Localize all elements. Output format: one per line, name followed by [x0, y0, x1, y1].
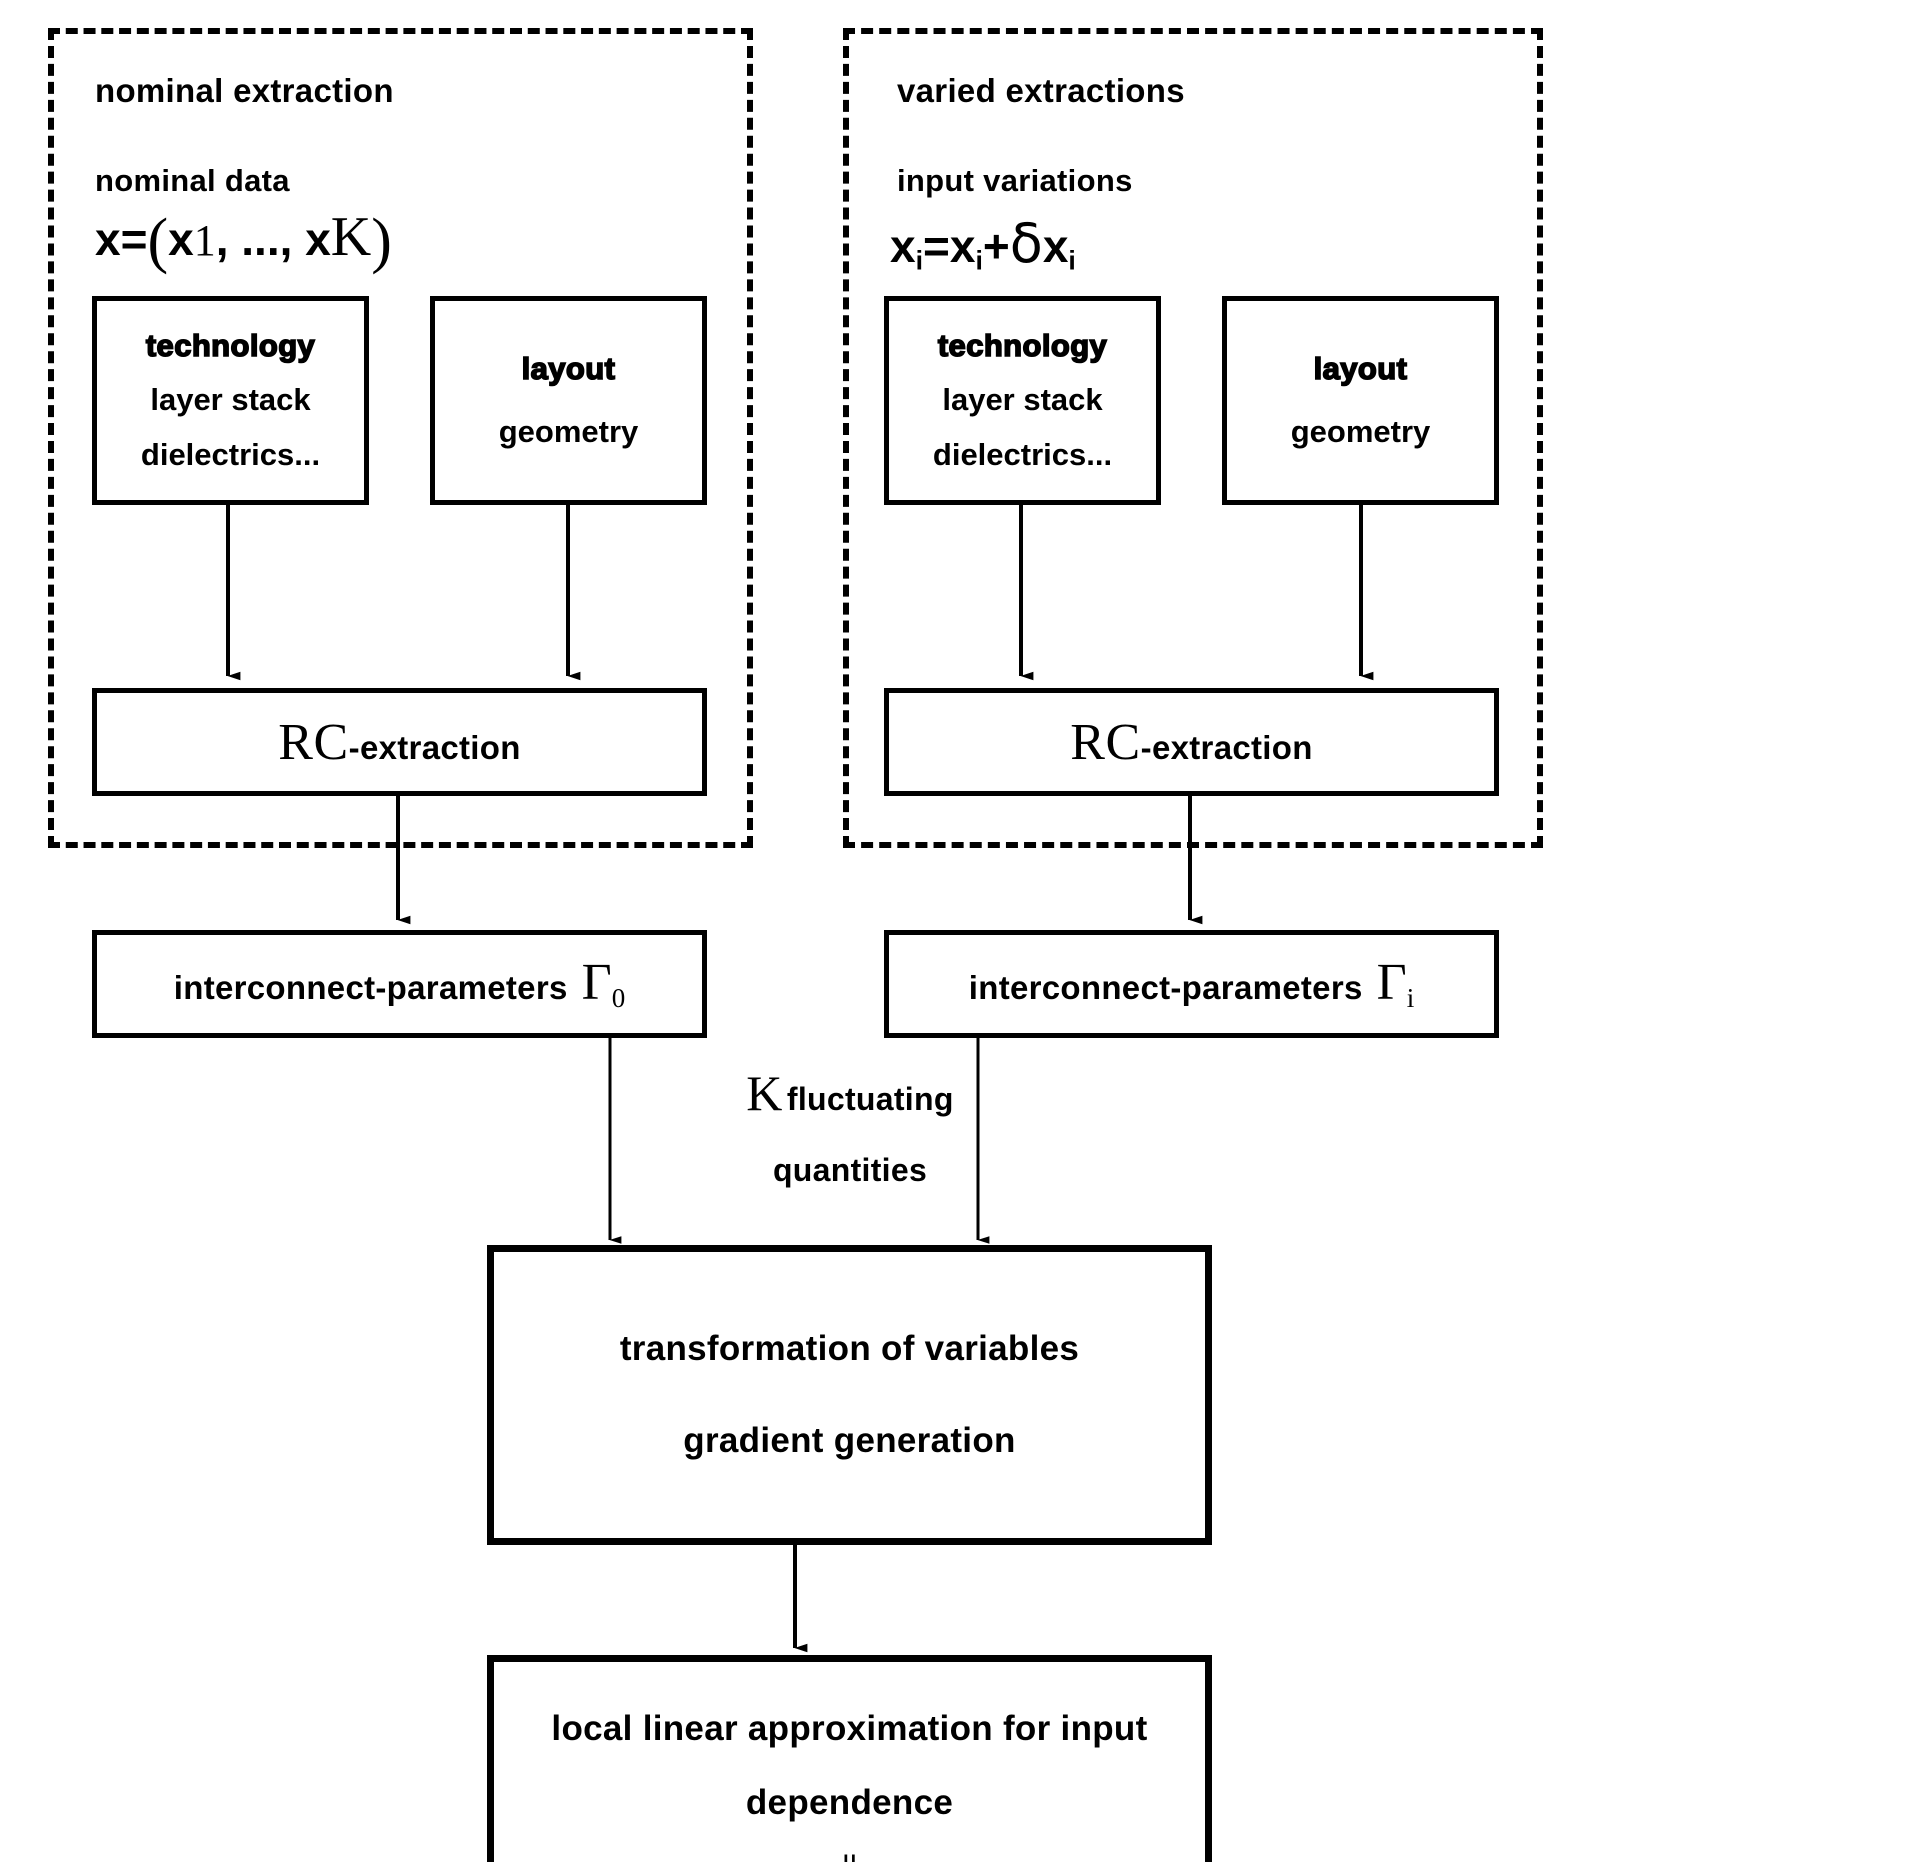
formula-lhs: x	[890, 220, 916, 272]
formula-sub1: i	[975, 245, 983, 276]
interconnect-parameters-box-nominal: interconnect-parameters Γ0	[92, 930, 707, 1038]
interconnect-parameters-text: interconnect-parameters	[968, 969, 1363, 1007]
annotation-line-1-rest: fluctuating	[786, 1081, 954, 1117]
formula-sub1: 1	[193, 216, 216, 265]
rc-big-text: RC	[1070, 713, 1141, 771]
technology-line-2: dielectrics...	[140, 436, 321, 472]
transformation-box: transformation of variables gradient gen…	[487, 1245, 1212, 1545]
technology-line-2: dielectrics...	[932, 436, 1113, 472]
gamma-symbol-nominal: Γ0	[582, 953, 626, 1014]
approximation-line-2: dependence	[745, 1783, 954, 1822]
layout-heading: layout	[521, 350, 616, 386]
formula-subk: K	[330, 206, 372, 268]
gamma-glyph: Γ	[1376, 954, 1407, 1012]
interconnect-parameters-label: interconnect-parameters Γi	[969, 953, 1414, 1014]
annotation-k-symbol: K	[746, 1065, 783, 1121]
technology-box-varied: technology layer stack dielectrics...	[884, 296, 1161, 505]
formula-eq: =	[923, 220, 950, 272]
transformation-line-1: transformation of variables	[619, 1329, 1080, 1368]
rc-small-text: -extraction	[1140, 728, 1313, 766]
formula-var2: x	[305, 213, 331, 265]
formula-var1: x	[949, 220, 976, 272]
fluctuating-quantities-annotation: K fluctuating quantities	[640, 1068, 1060, 1189]
formula-lhs: x	[95, 213, 121, 265]
interconnect-parameters-box-varied: interconnect-parameters Γi	[884, 930, 1499, 1038]
interconnect-parameters-text: interconnect-parameters	[173, 969, 568, 1007]
layout-heading: layout	[1313, 350, 1408, 386]
panel-varied-data-label: input variations	[897, 163, 1133, 198]
rc-extraction-label: RC -extraction	[1070, 713, 1312, 772]
formula-dots: , ...,	[215, 213, 306, 265]
formula-delta: δ	[1009, 212, 1043, 275]
formula-close-paren: )	[371, 207, 392, 275]
rc-extraction-box-nominal: RC -extraction	[92, 688, 707, 796]
formula-var2: x	[1042, 220, 1069, 272]
gamma-subscript: i	[1406, 983, 1415, 1014]
formula-lhs-sub: i	[915, 245, 924, 276]
layout-box-nominal: layout geometry	[430, 296, 707, 505]
formula-plus: +	[982, 220, 1010, 272]
layout-line-1: geometry	[1290, 413, 1431, 449]
rc-extraction-box-varied: RC -extraction	[884, 688, 1499, 796]
gamma-subscript: 0	[611, 983, 626, 1014]
diagram-canvas: nominal extraction nominal data x=(x1, .…	[0, 0, 1917, 1862]
technology-line-1: layer stack	[150, 382, 311, 418]
layout-box-varied: layout geometry	[1222, 296, 1499, 505]
down-arrow-glyph: ⇓	[830, 1849, 869, 1862]
rc-big-text: RC	[278, 713, 349, 771]
layout-line-1: geometry	[498, 413, 639, 449]
panel-varied-formula: xi=xi+δxi	[890, 212, 1076, 276]
panel-nominal-formula: x=(x1, ..., xK)	[95, 205, 392, 277]
technology-line-1: layer stack	[942, 382, 1103, 418]
rc-extraction-label: RC -extraction	[278, 713, 520, 772]
rc-small-text: -extraction	[348, 728, 521, 766]
panel-nominal-title: nominal extraction	[95, 72, 394, 109]
annotation-line-1: K fluctuating	[640, 1068, 1060, 1118]
interconnect-parameters-label: interconnect-parameters Γ0	[174, 953, 625, 1014]
gamma-glyph: Γ	[581, 954, 612, 1012]
formula-open-paren: (	[147, 207, 169, 275]
formula-var1: x	[168, 213, 194, 265]
annotation-line-2: quantities	[772, 1152, 928, 1188]
technology-heading: technology	[937, 327, 1108, 363]
formula-sub2: i	[1068, 245, 1076, 276]
formula-eq: =	[120, 213, 148, 265]
transformation-line-2: gradient generation	[683, 1421, 1016, 1460]
technology-heading: technology	[145, 327, 316, 363]
technology-box-nominal: technology layer stack dielectrics...	[92, 296, 369, 505]
panel-nominal-data-label: nominal data	[95, 163, 290, 198]
panel-varied-title: varied extractions	[897, 72, 1185, 109]
approximation-box: local linear approximation for input dep…	[487, 1655, 1212, 1862]
approximation-line-1: local linear approximation for input	[551, 1709, 1148, 1748]
gamma-symbol-varied: Γi	[1377, 953, 1415, 1014]
